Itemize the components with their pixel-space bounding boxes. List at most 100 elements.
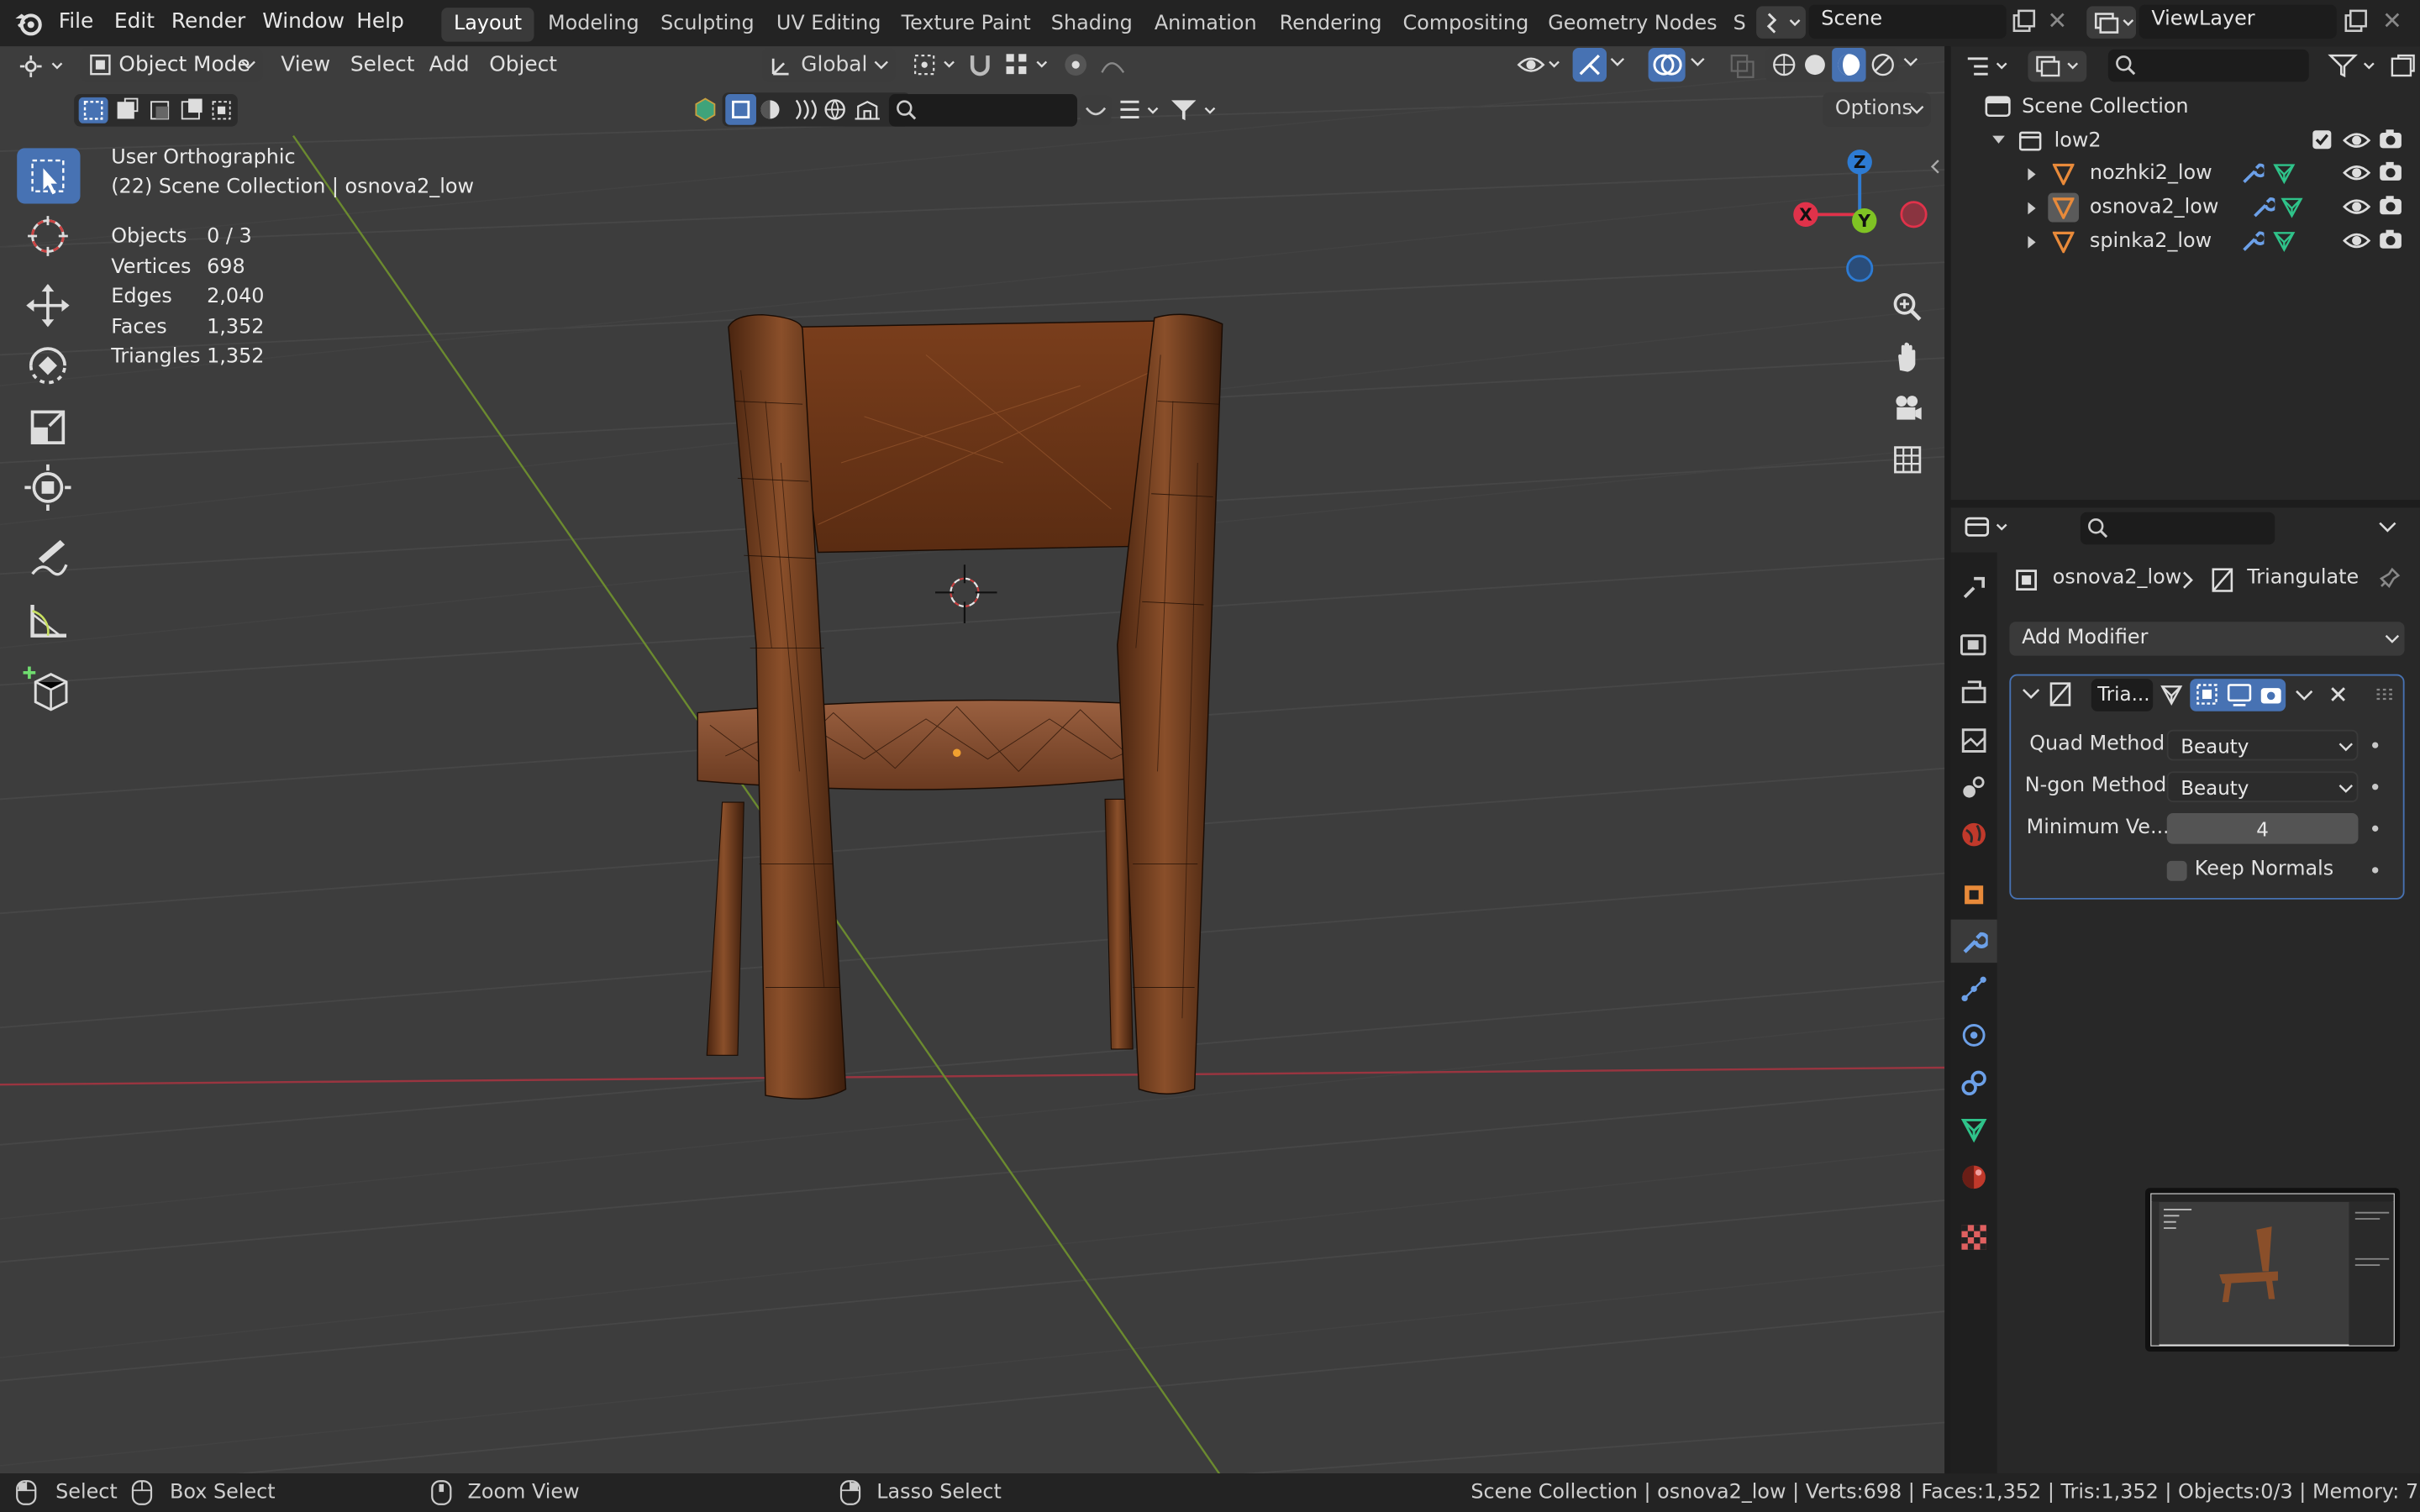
modifier-menu-chevron-icon[interactable] [2295,688,2313,703]
visibility-selector-icon[interactable] [1516,51,1568,79]
editor-type-icon[interactable] [15,52,67,80]
pin-icon[interactable] [2377,566,2402,591]
transform-orientation-selector[interactable]: Global [762,47,896,82]
tab-animation[interactable]: Animation [1155,13,1257,36]
snap-target-icon[interactable] [1003,51,1055,79]
view-layer-tab-icon[interactable] [1960,727,1988,754]
tool-tab-icon[interactable] [1960,572,1988,600]
outliner-row-scene-collection[interactable]: Scene Collection [1981,91,2413,124]
collapse-chevron-icon[interactable] [2022,686,2040,701]
menu-select[interactable]: Select [350,52,415,76]
expand-down-icon[interactable] [1991,134,2006,147]
render-tab-icon[interactable] [1960,631,1988,659]
outliner-filter-icon[interactable] [2328,52,2380,80]
keyframe-dot-icon[interactable] [2372,867,2379,874]
camera-view-icon[interactable] [1886,387,1928,430]
render-camera-icon[interactable] [2378,227,2402,251]
rendered-shading-icon[interactable] [1870,52,1895,76]
tab-rendering[interactable]: Rendering [1280,13,1382,36]
exclude-checkbox-icon[interactable] [2312,129,2332,150]
add-cube-tool[interactable] [17,660,80,716]
menu-view[interactable]: View [281,52,330,76]
menu-edit[interactable]: Edit [114,9,155,34]
expand-right-icon[interactable] [2027,234,2039,249]
menu-render[interactable]: Render [171,9,245,34]
modifier-name-field[interactable]: Tria... [2091,679,2154,711]
modifier-tab-icon[interactable] [1960,927,1988,955]
options-button[interactable]: Options [1823,92,1931,127]
outliner-row-object[interactable]: spinka2_low [1981,225,2413,259]
transform-tool[interactable] [17,459,80,515]
scene-tab-icon[interactable] [1960,773,1988,801]
ngon-method-dropdown[interactable]: Beauty [2166,771,2359,803]
view-arc-icon[interactable] [1080,95,1112,125]
tab-geometry-nodes[interactable]: Geometry Nodes [1548,13,1717,36]
data-tab-icon[interactable] [1960,1116,1988,1143]
properties-options-icon[interactable] [2378,520,2396,535]
outliner-row-object[interactable]: osnova2_low [1981,192,2413,225]
texture-tab-icon[interactable] [1960,1224,1988,1252]
world-tab-icon[interactable] [1960,821,1988,848]
physics-tab-icon[interactable] [1960,1021,1988,1049]
asset-search-field[interactable] [888,94,1078,127]
eye-icon[interactable] [2343,128,2371,152]
cursor-tool[interactable] [17,208,80,264]
eye-icon[interactable] [2343,228,2371,253]
object-type-icon[interactable] [725,94,756,125]
remove-viewlayer-icon[interactable] [2383,11,2402,29]
cage-toggle-icon[interactable] [2196,684,2217,705]
perspective-grid-icon[interactable] [1886,438,1928,481]
pan-hand-icon[interactable] [1886,336,1928,379]
tab-shading[interactable]: Shading [1051,13,1133,36]
keyframe-dot-icon[interactable] [2372,825,2379,832]
filter-icon[interactable] [1168,97,1220,123]
tab-compositing[interactable]: Compositing [1403,13,1529,36]
new-scene-icon[interactable] [2011,9,2036,34]
output-tab-icon[interactable] [1960,679,1988,706]
remove-modifier-icon[interactable] [2329,685,2348,703]
keyframe-dot-icon[interactable] [2372,742,2379,748]
display-mode-icon[interactable] [1118,97,1164,123]
zoom-icon[interactable] [1886,286,1928,328]
solid-shading-icon[interactable] [1802,52,1827,76]
expand-right-icon[interactable] [2027,201,2039,216]
snap-magnet-icon[interactable] [966,51,994,79]
mesh-data-icon[interactable] [2280,194,2304,218]
properties-editor-type-icon[interactable] [1963,514,2015,542]
overlay-toggle-button[interactable] [1648,47,1686,82]
menu-window[interactable]: Window [262,9,345,34]
modifier-wrench-icon[interactable] [2239,160,2265,185]
viewport-canvas[interactable] [0,46,1945,1474]
overlay-dropdown-icon[interactable] [1690,57,1705,70]
menu-file[interactable]: File [59,9,93,34]
add-modifier-button[interactable]: Add Modifier [2009,622,2405,656]
3d-viewport[interactable] [0,46,1945,1474]
particles-tab-icon[interactable] [1960,975,1988,1003]
render-toggle-icon[interactable] [2260,688,2281,704]
shading-dropdown-icon[interactable] [1903,57,1918,70]
drag-handle-icon[interactable] [2375,688,2394,701]
object-tab-icon[interactable] [1960,881,1988,909]
outliner-row-collection[interactable]: low2 [1981,125,2413,159]
constraints-tab-icon[interactable] [1960,1069,1988,1097]
blender-logo-icon[interactable] [14,9,45,37]
tab-uv-editing[interactable]: UV Editing [776,13,881,36]
gizmo-dropdown-icon[interactable] [1610,57,1625,70]
texture-type-icon[interactable] [795,99,817,120]
render-camera-icon[interactable] [2378,193,2402,218]
new-collection-icon[interactable] [2389,52,2417,80]
navigation-gizmo[interactable]: Z X Y [1782,142,1937,290]
properties-search-field[interactable] [2080,512,2275,545]
proportional-edit-icon[interactable] [1062,51,1139,79]
measure-tool[interactable] [17,592,80,648]
material-tab-icon[interactable] [1960,1163,1988,1191]
material-preview-shading-button[interactable] [1832,47,1866,82]
wireframe-shading-icon[interactable] [1772,52,1797,76]
outliner-search-field[interactable] [2107,49,2309,82]
eye-icon[interactable] [2343,160,2371,185]
tab-overflow[interactable]: S [1733,13,1749,36]
render-camera-icon[interactable] [2378,159,2402,183]
tab-sculpting[interactable]: Sculpting [660,13,754,36]
mesh-data-icon[interactable] [2272,160,2296,185]
quad-method-dropdown[interactable]: Beauty [2166,729,2359,761]
